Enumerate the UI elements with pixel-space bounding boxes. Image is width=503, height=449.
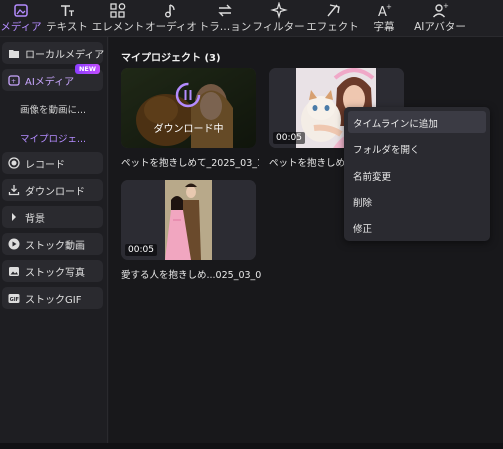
- text-icon: [61, 5, 74, 16]
- media-panel: マイプロジェクト (3) ダウンロード中 ペットを抱きしめて_2025_03_1…: [109, 37, 503, 449]
- tab-filter[interactable]: フィルター: [252, 0, 305, 36]
- media-card-1[interactable]: ダウンロード中: [121, 68, 256, 148]
- menu-item-open-folder[interactable]: フォルダを開く: [348, 137, 486, 159]
- tab-filter-label: フィルター: [252, 21, 305, 33]
- media-card-2-name: ペットを抱きしめて: [269, 158, 345, 169]
- top-toolbar: メディア テキスト エレメント オーディオ トラ…ョン フィルター エフェクト …: [0, 0, 503, 37]
- tab-transition[interactable]: トラ…ョン: [198, 0, 252, 36]
- ai-avatar-icon: +: [432, 2, 449, 18]
- sidebar-item-stock-photo[interactable]: ストック写真: [2, 260, 103, 282]
- tab-caption-label: 字幕: [373, 21, 395, 33]
- tab-ai-avatar-label: AIアバター: [414, 21, 466, 33]
- audio-icon: [165, 4, 175, 18]
- caption-icon: A +: [378, 3, 392, 19]
- transition-icon: [218, 4, 232, 17]
- menu-item-rename[interactable]: 名前変更: [348, 164, 486, 186]
- sidebar-item-ai-media[interactable]: + AIメディア NEW: [2, 64, 103, 91]
- svg-text:+: +: [443, 2, 449, 10]
- tab-effect[interactable]: エフェクト: [305, 0, 360, 36]
- menu-item-add-to-timeline[interactable]: タイムラインに追加: [348, 111, 486, 133]
- tab-transition-label: トラ…ョン: [198, 21, 252, 33]
- menu-item-label: 名前変更: [353, 172, 392, 183]
- sidebar-item-stock-gif[interactable]: GIF ストックGIF: [2, 287, 103, 309]
- loading-spinner-icon: [175, 82, 201, 108]
- sidebar-subitem-image-to-video[interactable]: 画像を動画に...: [20, 102, 86, 116]
- folder-icon: [8, 47, 20, 59]
- media-card-3[interactable]: 00:05: [121, 180, 256, 260]
- menu-item-label: 修正: [353, 224, 373, 235]
- sidebar: ローカルメディア + AIメディア NEW 画像を動画に... マイプロジェ..…: [0, 37, 108, 449]
- sidebar-item-label: ローカルメディア: [25, 49, 105, 61]
- sidebar-item-label: ストック写真: [25, 267, 85, 279]
- svg-text:+: +: [11, 78, 16, 85]
- thumbnail-dog-woman: [121, 68, 256, 148]
- media-icon: [14, 4, 28, 17]
- menu-item-label: タイムラインに追加: [353, 119, 438, 130]
- context-menu: タイムラインに追加 フォルダを開く 名前変更 削除 修正: [344, 107, 490, 241]
- menu-item-modify[interactable]: 修正: [348, 216, 486, 238]
- effect-icon: [326, 4, 340, 17]
- sidebar-item-download[interactable]: ダウンロード: [2, 179, 103, 201]
- sidebar-item-label: ダウンロード: [25, 186, 85, 198]
- photo-icon: [8, 265, 20, 277]
- tab-media[interactable]: メディア: [0, 0, 42, 36]
- tab-effect-label: エフェクト: [306, 21, 359, 33]
- gif-icon: GIF: [8, 292, 20, 304]
- element-icon: [110, 3, 126, 18]
- tab-element[interactable]: エレメント: [92, 0, 144, 36]
- duration-label: 00:05: [273, 132, 305, 144]
- sidebar-item-local-media[interactable]: ローカルメディア: [2, 42, 105, 64]
- duration-label: 00:05: [125, 244, 157, 256]
- chevron-right-icon: [8, 211, 20, 223]
- sidebar-item-record[interactable]: レコード: [2, 152, 103, 174]
- download-status: ダウンロード中: [153, 124, 224, 135]
- svg-text:+: +: [386, 3, 392, 11]
- sidebar-item-label: ストックGIF: [25, 294, 82, 306]
- sidebar-item-label: ストック動画: [25, 240, 85, 252]
- record-icon: [8, 157, 20, 169]
- tab-caption[interactable]: A + 字幕: [360, 0, 408, 36]
- menu-item-label: 削除: [353, 198, 373, 209]
- tab-ai-avatar[interactable]: + AIアバター: [408, 0, 472, 36]
- download-icon: [8, 184, 20, 196]
- sidebar-subitem-my-project[interactable]: マイプロジェ...: [20, 131, 86, 145]
- tab-element-label: エレメント: [91, 21, 145, 33]
- sidebar-item-background[interactable]: 背景: [2, 206, 103, 228]
- tab-text-label: テキスト: [46, 21, 88, 33]
- new-badge: NEW: [74, 64, 100, 74]
- media-card-1-name: ペットを抱きしめて_2025_03_10: [121, 158, 259, 169]
- tab-audio[interactable]: オーディオ: [144, 0, 198, 36]
- menu-item-label: フォルダを開く: [353, 145, 420, 156]
- tab-audio-label: オーディオ: [145, 21, 197, 33]
- sidebar-item-stock-video[interactable]: ストック動画: [2, 233, 103, 255]
- tab-media-label: メディア: [0, 21, 42, 33]
- sidebar-item-label: レコード: [25, 159, 65, 171]
- sidebar-item-label: 背景: [25, 213, 45, 225]
- sidebar-item-label: AIメディア: [25, 76, 75, 88]
- gif-icon-text: GIF: [10, 297, 19, 303]
- menu-item-delete[interactable]: 削除: [348, 190, 486, 212]
- tab-text[interactable]: テキスト: [42, 0, 92, 36]
- play-icon: [8, 238, 20, 250]
- ai-media-icon: +: [8, 74, 20, 86]
- filter-icon: [269, 2, 288, 19]
- section-title: マイプロジェクト (3): [121, 53, 221, 64]
- bottom-divider: [0, 443, 503, 449]
- media-card-3-name: 愛する人を抱きしめ...025_03_07: [121, 270, 261, 281]
